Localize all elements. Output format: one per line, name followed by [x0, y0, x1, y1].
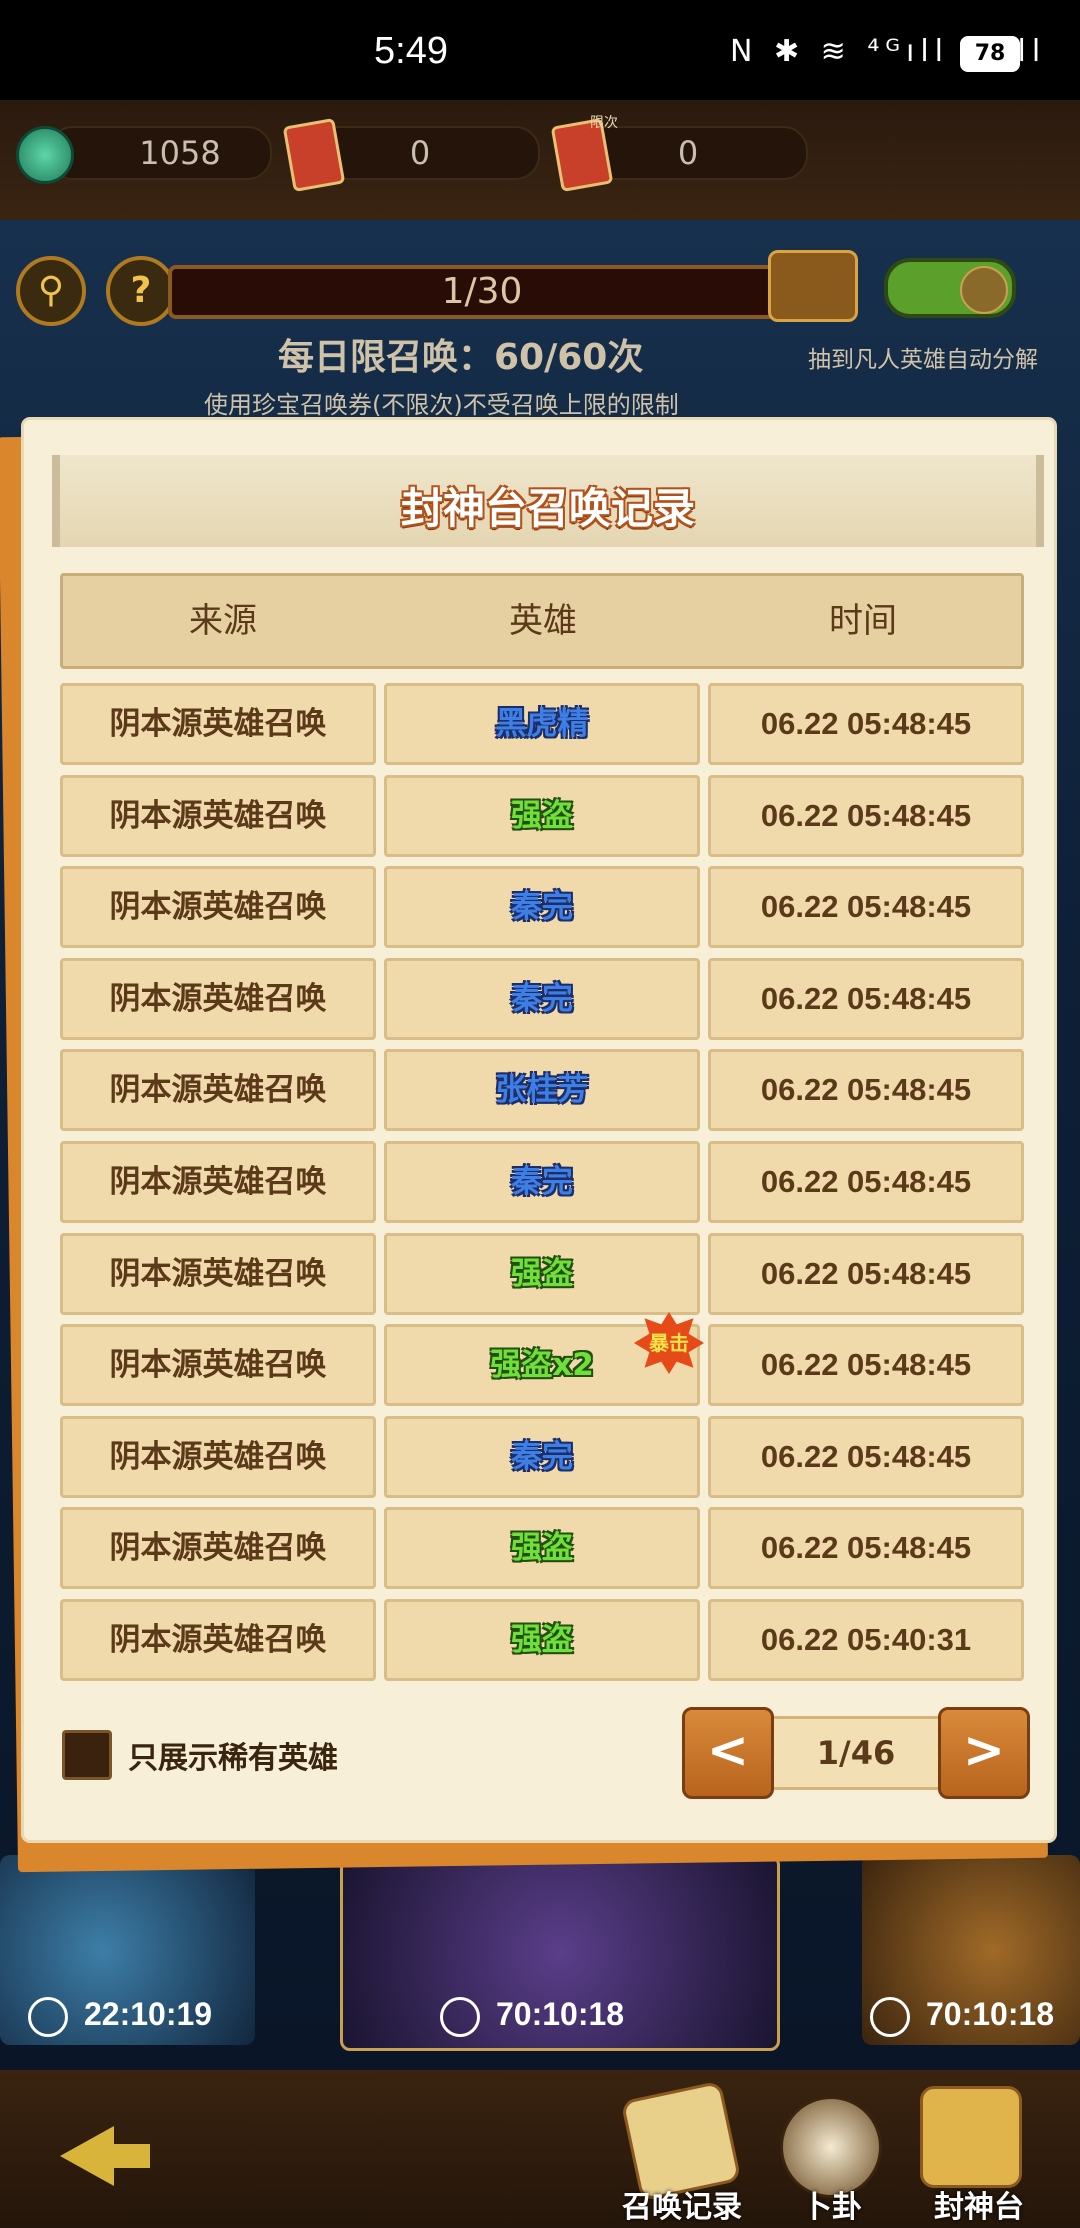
row-hero-cell: 黑虎精	[384, 683, 700, 765]
status-bar: 5:49 N ✱ ≋ ⁴ᴳıll ⁴ᴳıll 78	[0, 0, 1080, 100]
row-source-cell: 阴本源英雄召唤	[60, 1141, 376, 1223]
card-timer-2: 70:10:18	[440, 1990, 624, 2038]
row-source-cell: 阴本源英雄召唤	[60, 1507, 376, 1589]
back-arrow-icon[interactable]	[60, 2126, 150, 2186]
status-time: 5:49	[374, 30, 448, 72]
battery-indicator: 78	[960, 36, 1020, 72]
currency-jade: 1058	[48, 126, 272, 180]
row-time-cell: 06.22 05:48:45	[708, 1141, 1024, 1223]
currency-bar: 1058 0 0 限次	[0, 100, 1080, 220]
row-hero-cell: 强盗	[384, 1599, 700, 1681]
row-time-cell: 06.22 05:48:45	[708, 683, 1024, 765]
table-header: 来源 英雄 时间	[60, 573, 1024, 669]
help-icon: ?	[130, 270, 152, 311]
jade-coin-icon	[16, 126, 74, 184]
row-time-cell: 06.22 05:48:45	[708, 1416, 1024, 1498]
summon-limit-note: 使用珍宝召唤券(不限次)不受召唤上限的限制	[204, 391, 679, 419]
auto-decompose-label: 抽到凡人英雄自动分解	[808, 347, 1038, 373]
next-page-button[interactable]: >	[938, 1707, 1030, 1799]
row-hero-cell: 张桂芳	[384, 1049, 700, 1131]
row-source-cell: 阴本源英雄召唤	[60, 866, 376, 948]
dialog-title: 封神台召唤记录	[400, 484, 695, 533]
row-source-cell: 阴本源英雄召唤	[60, 1049, 376, 1131]
bottom-nav	[0, 2070, 1080, 2228]
card-timer-1-text: 22:10:19	[84, 1996, 213, 2032]
row-source-cell: 阴本源英雄召唤	[60, 1416, 376, 1498]
column-source: 来源	[189, 601, 257, 641]
row-hero-cell: 秦完	[384, 866, 700, 948]
nav-record-label[interactable]: 召唤记录	[622, 2182, 742, 2226]
row-time-cell: 06.22 05:48:45	[708, 1324, 1024, 1406]
row-time-cell: 06.22 05:48:45	[708, 866, 1024, 948]
column-hero: 英雄	[509, 601, 577, 641]
row-hero-cell: 秦完	[384, 1141, 700, 1223]
card-timer-1: 22:10:19	[28, 1990, 212, 2038]
summon-progress-text: 1/30	[441, 271, 523, 312]
row-source-cell: 阴本源英雄召唤	[60, 683, 376, 765]
battery-level: 78	[960, 36, 1020, 72]
help-button[interactable]: ?	[106, 256, 176, 326]
row-source-cell: 阴本源英雄召唤	[60, 775, 376, 857]
currency-limited-value: 0	[677, 134, 699, 172]
row-hero-cell: 强盗	[384, 775, 700, 857]
summon-ticket-icon	[282, 117, 346, 193]
nav-altar-label[interactable]: 封神台	[934, 2182, 1024, 2226]
row-time-cell: 06.22 05:48:45	[708, 1233, 1024, 1315]
row-hero-cell: 强盗	[384, 1233, 700, 1315]
card-timer-3-text: 70:10:18	[926, 1996, 1055, 2032]
row-time-cell: 06.22 05:48:45	[708, 775, 1024, 857]
row-hero-cell: 强盗	[384, 1507, 700, 1589]
row-time-cell: 06.22 05:40:31	[708, 1599, 1024, 1681]
rare-only-label: 只展示稀有英雄	[128, 1741, 338, 1776]
prev-page-button[interactable]: <	[682, 1707, 774, 1799]
summon-progress-bar: 1/30	[168, 265, 796, 319]
auto-decompose-toggle[interactable]	[884, 258, 1016, 318]
row-time-cell: 06.22 05:48:45	[708, 958, 1024, 1040]
row-source-cell: 阴本源英雄召唤	[60, 1599, 376, 1681]
clock-icon	[870, 1996, 910, 2037]
row-source-cell: 阴本源英雄召唤	[60, 958, 376, 1040]
daily-limit-text: 每日限召唤：60/60次	[278, 337, 644, 378]
card-timer-2-text: 70:10:18	[496, 1996, 625, 2032]
currency-jade-value: 1058	[139, 134, 221, 172]
row-hero-cell: 秦完	[384, 1416, 700, 1498]
altar-icon[interactable]	[920, 2086, 1022, 2188]
page-indicator: 1/46	[770, 1716, 942, 1790]
row-source-cell: 阴本源英雄召唤	[60, 1324, 376, 1406]
column-time: 时间	[829, 601, 897, 641]
card-timer-3: 70:10:18	[870, 1990, 1054, 2038]
limited-badge: 限次	[590, 115, 618, 131]
clock-icon	[440, 1996, 480, 2037]
row-source-cell: 阴本源英雄召唤	[60, 1233, 376, 1315]
row-time-cell: 06.22 05:48:45	[708, 1507, 1024, 1589]
dialog-title-banner: 封神台召唤记录	[52, 455, 1044, 547]
clock-icon	[28, 1996, 68, 2037]
treasure-chest-icon[interactable]	[768, 250, 858, 322]
nav-divination-label[interactable]: 卜卦	[802, 2182, 862, 2226]
search-icon: ⚲	[37, 270, 65, 311]
row-hero-cell: 秦完	[384, 958, 700, 1040]
toggle-knob	[960, 266, 1008, 314]
rare-only-checkbox[interactable]	[62, 1730, 112, 1780]
currency-ticket-value: 0	[409, 134, 431, 172]
search-button[interactable]: ⚲	[16, 256, 86, 326]
row-time-cell: 06.22 05:48:45	[708, 1049, 1024, 1131]
